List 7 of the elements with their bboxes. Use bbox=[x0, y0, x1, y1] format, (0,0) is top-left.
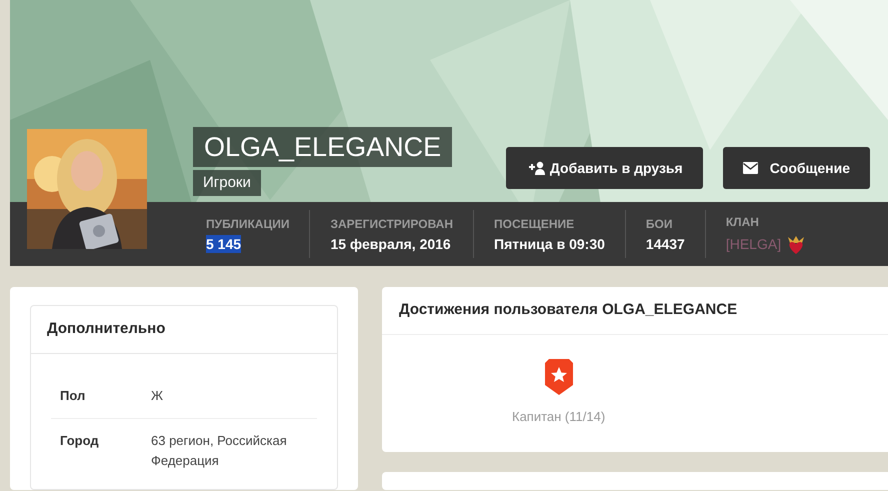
field-label: Город bbox=[59, 432, 100, 450]
field-label: Пол bbox=[59, 387, 86, 405]
panel-title: Достижения пользователя OLGA_ELEGANCE bbox=[382, 287, 888, 335]
panel-title: Дополнительно bbox=[31, 306, 337, 354]
field-value: 63 регион, Российская Федерация bbox=[151, 432, 288, 470]
achievement-label: Капитан (11/14) bbox=[512, 408, 606, 426]
field-value: Ж bbox=[151, 387, 164, 405]
